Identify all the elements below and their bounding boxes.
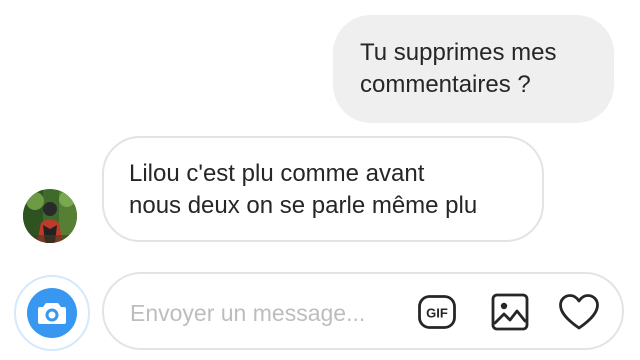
camera-button[interactable] (14, 275, 90, 351)
gif-icon[interactable]: GIF (417, 292, 457, 332)
sent-message-bubble[interactable]: Tu supprimes mes commentaires ? (333, 15, 614, 123)
received-message-bubble[interactable]: Lilou c'est plu comme avant nous deux on… (102, 136, 544, 242)
message-text-line: commentaires ? (360, 71, 531, 98)
message-composer: GIF (102, 272, 624, 350)
camera-icon (27, 288, 77, 338)
gif-label: GIF (426, 306, 448, 321)
gallery-icon[interactable] (490, 292, 530, 332)
sender-avatar[interactable] (23, 189, 77, 243)
heart-icon[interactable] (558, 292, 599, 332)
avatar-photo (23, 189, 77, 243)
message-text-line: Lilou c'est plu comme avant (129, 160, 425, 187)
message-input[interactable] (130, 298, 390, 328)
direct-message-screen: Tu supprimes mes commentaires ? Lilou c'… (0, 0, 640, 360)
message-text-line: Tu supprimes mes (360, 39, 557, 66)
message-text-line: nous deux on se parle même plu (129, 192, 478, 219)
